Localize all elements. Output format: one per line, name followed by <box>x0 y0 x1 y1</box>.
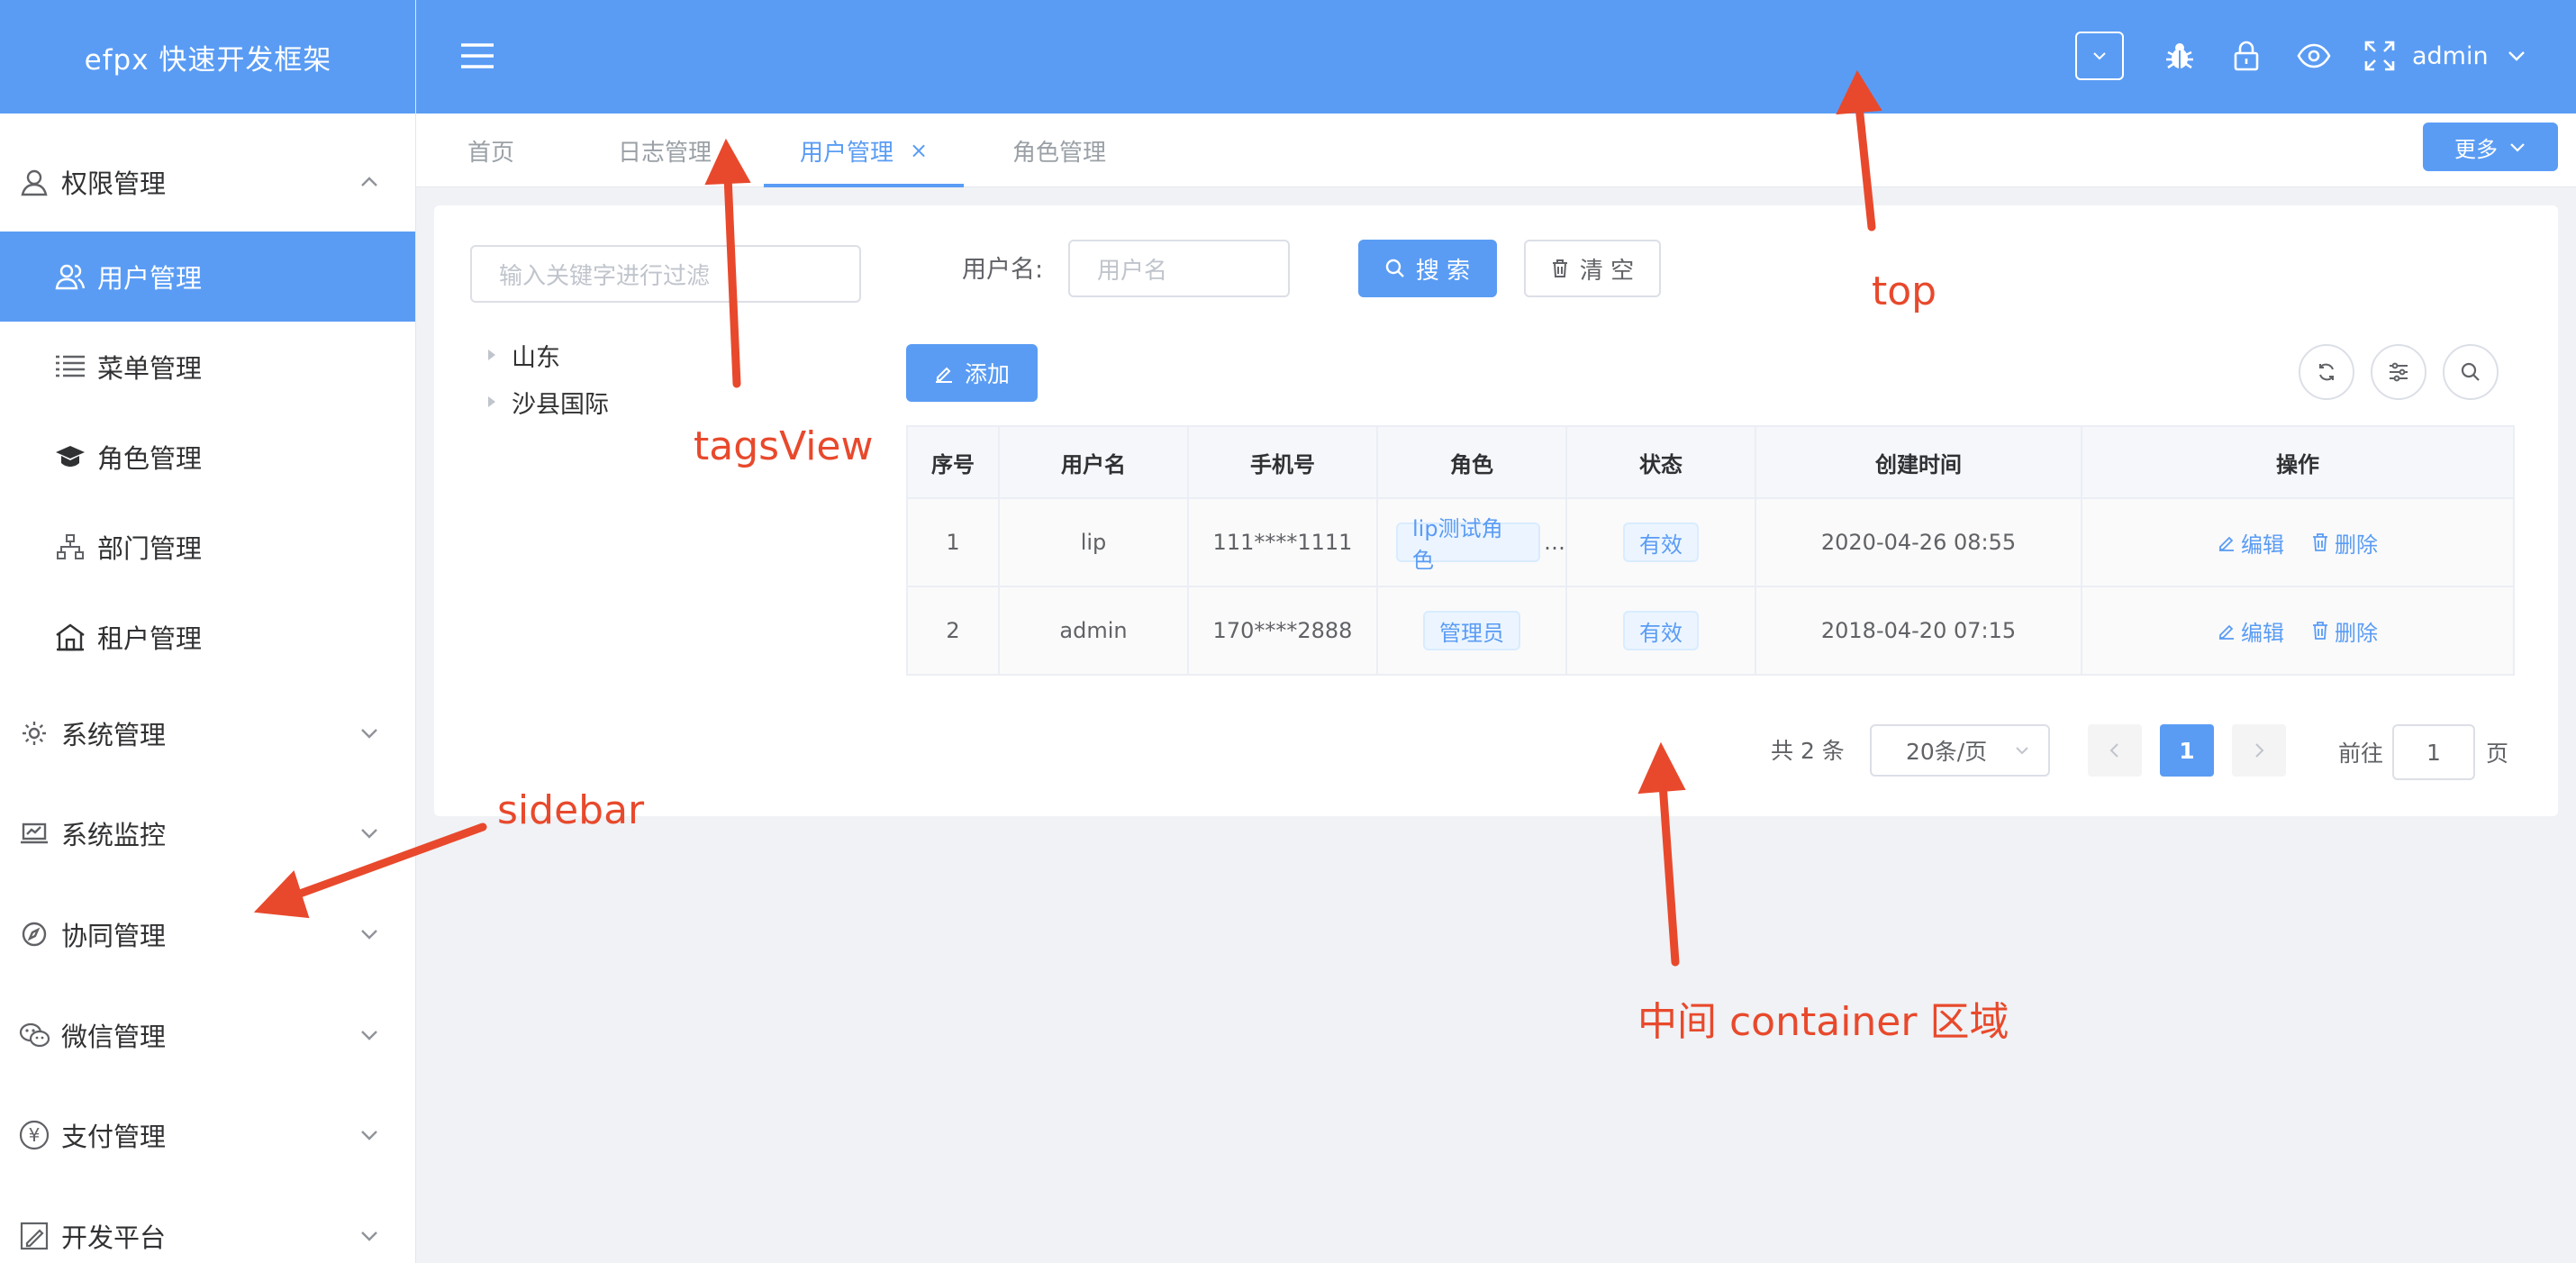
arrow-sidebar-head <box>253 870 310 919</box>
arrow-container-head <box>1637 741 1686 795</box>
arrow-sidebar-shaft <box>286 822 487 902</box>
annotation-container: 中间 container 区域 <box>1637 999 2009 1045</box>
arrow-container-shaft <box>1658 779 1680 967</box>
annotation-tagsview: tagsView <box>694 423 874 469</box>
arrow-top-shaft <box>1855 102 1876 232</box>
annotation-arrows <box>253 69 1882 967</box>
arrow-tagsview-shaft <box>723 172 741 388</box>
annotation-top: top <box>1872 268 1937 314</box>
annotation-sidebar: sidebar <box>497 787 645 833</box>
arrow-tagsview-head <box>704 138 751 186</box>
arrow-top-head <box>1836 69 1882 115</box>
